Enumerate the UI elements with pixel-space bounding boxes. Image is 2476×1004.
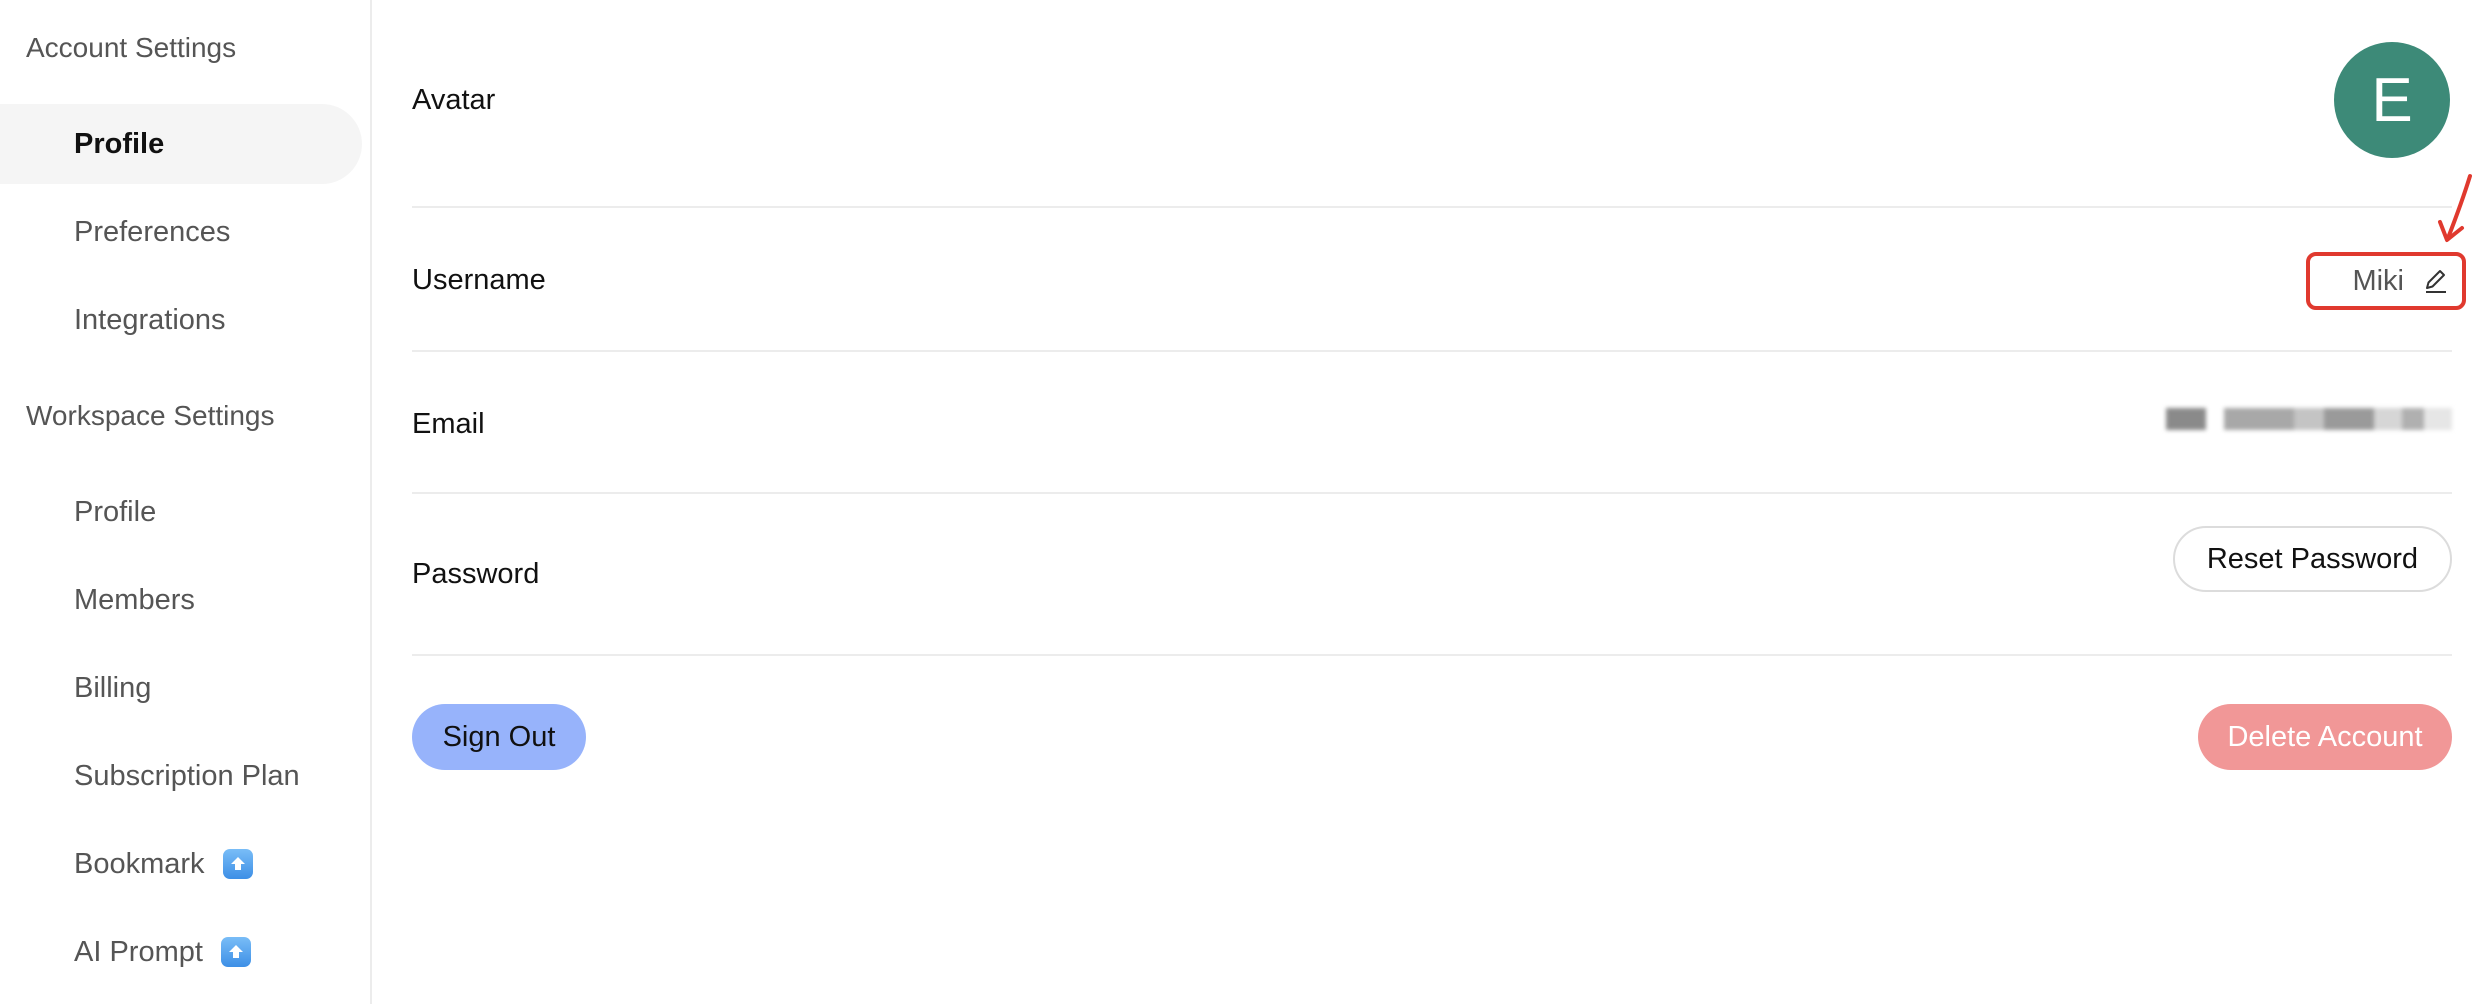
avatar-initial: E [2371,65,2413,135]
username-edit-field[interactable]: Miki [2306,252,2466,310]
sidebar-item-ai-prompt[interactable]: AI Prompt [0,912,362,992]
username-value: Miki [2352,264,2404,297]
sidebar-item-label: Profile [74,495,157,528]
username-label: Username [412,264,546,296]
sidebar-item-label: Bookmark [74,847,205,880]
sidebar-item-integrations[interactable]: Integrations [0,280,362,360]
sidebar-item-label: Preferences [74,215,231,248]
sidebar-item-workspace-profile[interactable]: Profile [0,472,362,552]
upgrade-icon [222,849,253,879]
sidebar-item-members[interactable]: Members [0,560,362,640]
sidebar-item-label: Members [74,583,195,616]
upgrade-icon [220,937,251,967]
reset-password-button[interactable]: Reset Password [2172,526,2452,592]
annotation-arrow-icon [2438,174,2472,242]
account-settings-title: Account Settings [26,32,237,63]
sidebar-item-subscription-plan[interactable]: Subscription Plan [0,736,362,816]
sidebar-item-label: Profile [74,127,165,160]
sidebar-item-billing[interactable]: Billing [0,648,362,728]
username-row: Username Miki [412,174,2472,352]
email-row: Email [412,352,2452,494]
workspace-settings-title: Workspace Settings [26,400,275,431]
avatar[interactable]: E [2334,42,2450,158]
sidebar-item-label: Subscription Plan [74,759,300,792]
settings-sidebar: Account Settings Profile Preferences Int… [0,0,372,1004]
password-row: Password Reset Password [412,494,2452,656]
avatar-label: Avatar [412,84,496,116]
sidebar-item-account-profile[interactable]: Profile [0,104,362,184]
profile-settings-panel: Avatar E Username Miki Email Password Re… [372,0,2476,1004]
sidebar-item-preferences[interactable]: Preferences [0,192,362,272]
sign-out-button[interactable]: Sign Out [412,704,586,770]
sidebar-item-label: Integrations [74,303,226,336]
sidebar-item-bookmark[interactable]: Bookmark [0,824,362,904]
sidebar-item-label: AI Prompt [74,935,203,968]
delete-account-button[interactable]: Delete Account [2198,704,2452,770]
pencil-icon[interactable] [2422,267,2450,295]
sidebar-item-label: Billing [74,671,152,704]
email-label: Email [412,408,485,440]
avatar-row: Avatar E [412,0,2452,208]
email-value-redacted [2166,404,2452,434]
password-label: Password [412,558,540,590]
